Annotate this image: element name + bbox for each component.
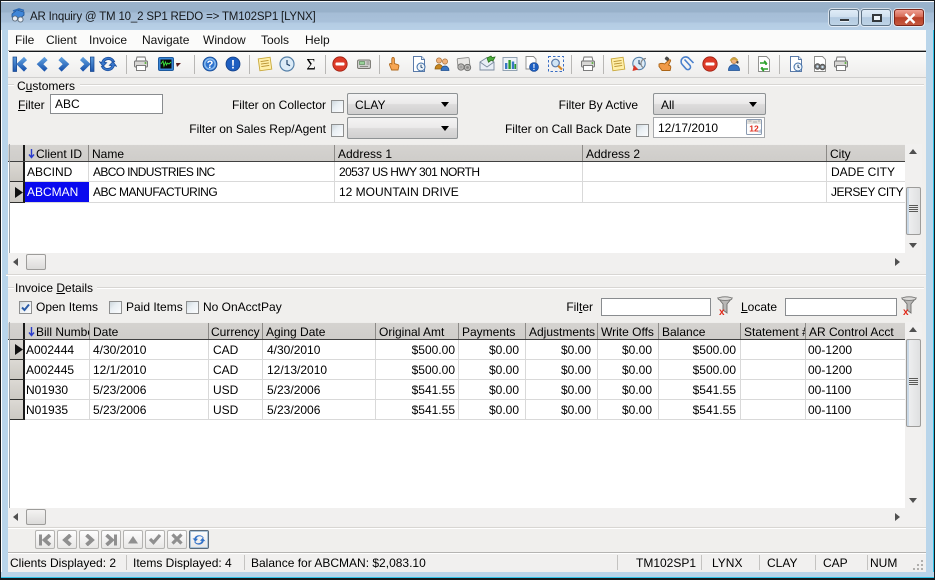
svg-text:x: x [903, 307, 909, 316]
svg-text:x: x [719, 307, 725, 316]
